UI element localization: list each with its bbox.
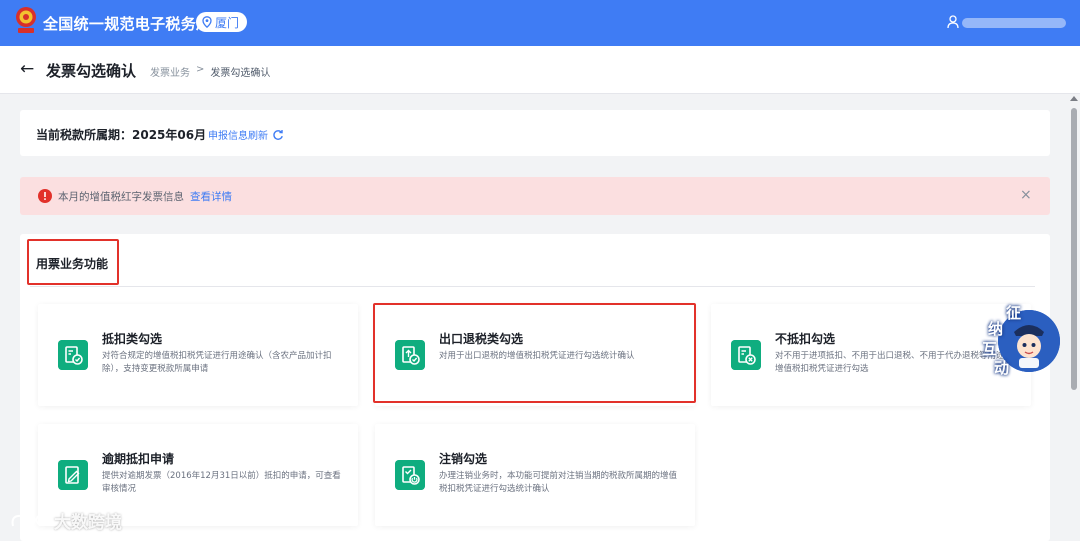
assistant-label: 征 纳 互 动 xyxy=(982,304,1022,377)
section-divider xyxy=(30,286,1035,287)
watermark: 大数跨境 xyxy=(10,508,122,533)
view-details-link[interactable]: 查看详情 xyxy=(190,189,232,204)
cancel-check-icon xyxy=(395,460,425,490)
red-invoice-alert: 本月的增值税红字发票信息 查看详情 × xyxy=(20,177,1050,215)
page-title: 发票勾选确认 xyxy=(46,62,137,80)
city-selector[interactable]: 厦门 xyxy=(196,12,248,32)
card-description: 办理注销业务时，本功能可提前对注销当期的税款所属期的增值税扣税凭证进行勾选统计确… xyxy=(439,471,678,494)
refresh-label: 申报信息刷新 xyxy=(208,131,268,142)
top-bar: 全国统一规范电子税务局 厦门 xyxy=(0,0,1080,46)
tax-assistant-widget[interactable]: 征 纳 互 动 xyxy=(978,302,1062,386)
export-refund-icon xyxy=(395,340,425,370)
card-title: 不抵扣勾选 xyxy=(775,332,836,346)
site-title: 全国统一规范电子税务局 xyxy=(43,15,212,33)
card-description: 提供对逾期发票（2016年12月31日以前）抵扣的申请，可查看审核情况 xyxy=(102,471,341,494)
user-icon[interactable] xyxy=(947,15,959,29)
card-title: 逾期抵扣申请 xyxy=(102,452,175,466)
card-description: 对用于出口退税的增值税扣税凭证进行勾选统计确认 xyxy=(439,351,635,361)
page-scrollbar[interactable] xyxy=(1068,94,1080,541)
card-title: 抵扣类勾选 xyxy=(102,332,163,346)
scroll-up-arrow-icon[interactable] xyxy=(1070,96,1078,101)
breadcrumb-separator: > xyxy=(196,64,205,75)
breadcrumb-item-invoice-business[interactable]: 发票业务 xyxy=(150,64,190,79)
watermark-logo-icon xyxy=(11,514,47,526)
breadcrumb-item-current: 发票勾选确认 xyxy=(210,68,271,79)
deduct-check-icon xyxy=(58,340,88,370)
close-icon[interactable]: × xyxy=(1020,187,1032,203)
tax-period-label: 当前税款所属期：2025年06月 xyxy=(36,128,207,142)
city-name: 厦门 xyxy=(215,15,240,30)
no-deduct-icon xyxy=(731,340,761,370)
card-deduction-check[interactable]: 抵扣类勾选 对符合规定的增值税扣税凭证进行用途确认（含农产品加计扣除），支持变更… xyxy=(38,304,358,406)
section-title-highlight xyxy=(27,239,119,285)
overdue-apply-icon xyxy=(58,460,88,490)
user-name-redacted[interactable] xyxy=(962,18,1066,28)
refresh-icon xyxy=(273,129,283,140)
page-header: ← 发票勾选确认 发票业务 > 发票勾选确认 xyxy=(0,46,1080,94)
card-deregistration-check[interactable]: 注销勾选 办理注销业务时，本功能可提前对注销当期的税款所属期的增值税扣税凭证进行… xyxy=(375,424,695,526)
tax-period-panel: 当前税款所属期：2025年06月 申报信息刷新 xyxy=(20,110,1050,156)
card-description: 对符合规定的增值税扣税凭证进行用途确认（含农产品加计扣除），支持变更税款所属申请 xyxy=(102,351,332,374)
scroll-thumb[interactable] xyxy=(1071,108,1077,390)
error-icon xyxy=(38,189,52,203)
watermark-text: 大数跨境 xyxy=(54,513,122,533)
tax-emblem-icon xyxy=(16,7,36,33)
refresh-declaration-link[interactable]: 申报信息刷新 xyxy=(208,127,284,142)
back-arrow-icon[interactable]: ← xyxy=(20,59,34,79)
alert-message: 本月的增值税红字发票信息 xyxy=(58,191,184,203)
location-pin-icon xyxy=(202,16,212,28)
breadcrumb: 发票业务 > 发票勾选确认 xyxy=(150,64,270,79)
card-title: 注销勾选 xyxy=(439,452,488,466)
card-title: 出口退税类勾选 xyxy=(439,332,524,346)
card-export-refund-check[interactable]: 出口退税类勾选 对用于出口退税的增值税扣税凭证进行勾选统计确认 xyxy=(375,304,695,406)
